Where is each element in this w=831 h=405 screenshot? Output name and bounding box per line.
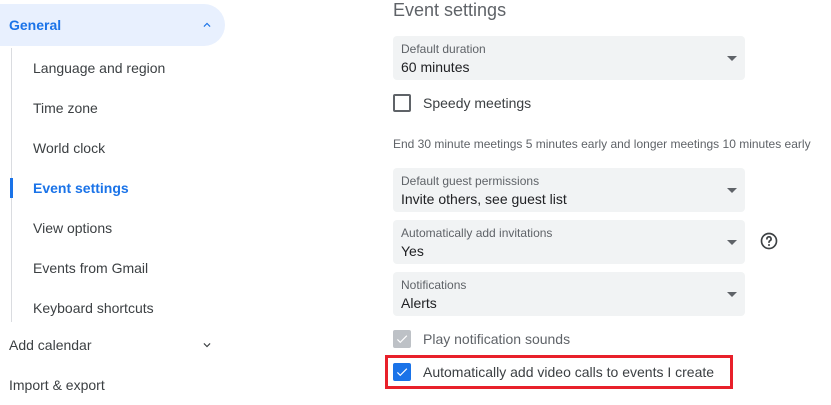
sidebar-item-keyboard-shortcuts[interactable]: Keyboard shortcuts (12, 288, 232, 328)
sidebar-item-label: Time zone (33, 100, 98, 116)
auto-invitations-select[interactable]: Automatically add invitations Yes (393, 220, 745, 264)
default-duration-value: 60 minutes (401, 59, 470, 75)
play-sounds-row: Play notification sounds (393, 328, 570, 350)
guest-permissions-select[interactable]: Default guest permissions Invite others,… (393, 168, 745, 212)
sidebar-item-label: Events from Gmail (33, 260, 149, 276)
sidebar-item-import-export[interactable]: Import & export (0, 365, 230, 405)
section-title: Event settings (393, 0, 507, 20)
sidebar-item-view-options[interactable]: View options (12, 208, 232, 248)
notifications-value: Alerts (401, 295, 437, 311)
auto-video-calls-checkbox[interactable] (393, 363, 411, 381)
sidebar-item-label: Event settings (33, 180, 129, 196)
sidebar-item-time-zone[interactable]: Time zone (12, 88, 232, 128)
play-sounds-checkbox (393, 330, 411, 348)
checkmark-icon (396, 335, 408, 344)
default-duration-caption: Default duration (401, 42, 486, 56)
sidebar-item-language-and-region[interactable]: Language and region (12, 48, 232, 88)
sidebar-item-events-from-gmail[interactable]: Events from Gmail (12, 248, 232, 288)
notifications-select[interactable]: Notifications Alerts (393, 272, 745, 316)
sidebar-item-import-export-label: Import & export (9, 377, 105, 393)
caret-down-icon (727, 188, 737, 193)
speedy-meetings-checkbox[interactable] (393, 94, 411, 112)
settings-sidebar: General Language and region Time zone Wo… (0, 0, 240, 399)
sidebar-item-world-clock[interactable]: World clock (12, 128, 232, 168)
speedy-meetings-row[interactable]: Speedy meetings (393, 92, 531, 114)
sidebar-item-label: View options (33, 220, 113, 236)
auto-invitations-caption: Automatically add invitations (401, 226, 553, 240)
speedy-meetings-hint: End 30 minute meetings 5 minutes early a… (393, 137, 811, 151)
sidebar-item-label: World clock (33, 140, 106, 156)
auto-video-calls-row[interactable]: Automatically add video calls to events … (393, 361, 714, 383)
chevron-up-icon[interactable] (200, 18, 214, 32)
help-icon[interactable] (759, 231, 779, 251)
sidebar-item-add-calendar[interactable]: Add calendar (0, 325, 230, 365)
checkmark-icon (396, 368, 408, 377)
guest-permissions-value: Invite others, see guest list (401, 191, 567, 207)
sidebar-item-general[interactable]: General (0, 4, 225, 46)
caret-down-icon (727, 240, 737, 245)
sidebar-item-label: Keyboard shortcuts (33, 300, 154, 316)
guest-permissions-caption: Default guest permissions (401, 174, 540, 188)
notifications-caption: Notifications (401, 278, 467, 292)
caret-down-icon (727, 292, 737, 297)
default-duration-select[interactable]: Default duration 60 minutes (393, 36, 745, 80)
sidebar-item-label: Language and region (33, 60, 166, 76)
general-sub-list: Language and region Time zone World cloc… (10, 48, 241, 322)
auto-video-calls-label: Automatically add video calls to events … (423, 364, 715, 380)
sidebar-item-add-calendar-label: Add calendar (9, 337, 92, 353)
sidebar-item-event-settings[interactable]: Event settings (10, 168, 232, 208)
caret-down-icon (727, 56, 737, 61)
auto-invitations-value: Yes (401, 243, 424, 259)
speedy-meetings-label: Speedy meetings (423, 95, 532, 111)
chevron-down-icon[interactable] (200, 338, 214, 352)
sidebar-item-general-label: General (9, 17, 62, 33)
play-sounds-label: Play notification sounds (423, 331, 571, 347)
